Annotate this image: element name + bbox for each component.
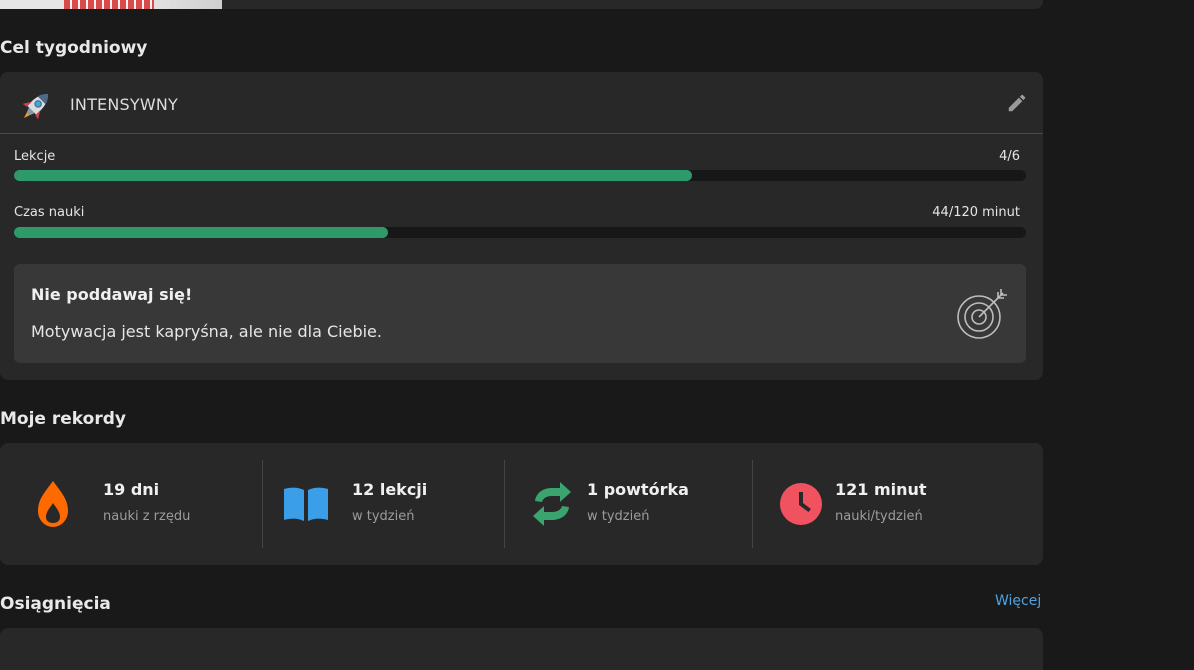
record-value: 12 lekcji bbox=[352, 480, 428, 499]
record-value: 1 powtórka bbox=[587, 480, 689, 499]
target-icon bbox=[957, 289, 1007, 339]
more-achievements-link[interactable]: Więcej bbox=[995, 593, 1041, 609]
repeat-icon bbox=[533, 482, 571, 526]
record-caption: nauki z rzędu bbox=[103, 509, 191, 524]
record-value: 19 dni bbox=[103, 480, 160, 499]
lessons-value: 4/6 bbox=[999, 149, 1020, 164]
record-lessons: 12 lekcji w tydzień bbox=[263, 443, 504, 565]
clock-icon bbox=[780, 483, 822, 525]
record-caption: w tydzień bbox=[352, 509, 415, 524]
motivation-title: Nie poddawaj się! bbox=[31, 285, 193, 304]
lessons-label: Lekcje bbox=[14, 149, 56, 164]
record-streak: 19 dni nauki z rzędu bbox=[0, 443, 262, 565]
edit-icon[interactable] bbox=[1006, 92, 1028, 114]
study-time-progress-bar bbox=[14, 227, 1026, 238]
motivation-text: Motywacja jest kapryśna, ale nie dla Cie… bbox=[31, 322, 382, 341]
records-section-title: Moje rekordy bbox=[0, 409, 126, 429]
lessons-progress-bar bbox=[14, 170, 1026, 181]
thumbnail-image bbox=[0, 0, 222, 9]
book-icon bbox=[284, 487, 328, 521]
lessons-progress-fill bbox=[14, 170, 693, 181]
achievements-section-title: Osiągnięcia bbox=[0, 594, 111, 614]
goal-section-title: Cel tygodniowy bbox=[0, 38, 148, 58]
goal-name: INTENSYWNY bbox=[70, 95, 179, 114]
goal-header: INTENSYWNY bbox=[0, 72, 1043, 134]
study-time-progress-fill bbox=[14, 227, 389, 238]
study-time-value: 44/120 minut bbox=[932, 205, 1020, 220]
goal-card: INTENSYWNY Lekcje 4/6 Czas nauki 44/120 … bbox=[0, 72, 1043, 380]
record-value: 121 minut bbox=[835, 480, 927, 499]
record-reviews: 1 powtórka w tydzień bbox=[505, 443, 752, 565]
study-time-label: Czas nauki bbox=[14, 205, 85, 220]
record-minutes: 121 minut nauki/tydzień bbox=[753, 443, 1043, 565]
record-caption: w tydzień bbox=[587, 509, 650, 524]
records-card: 19 dni nauki z rzędu 12 lekcji w tydzień… bbox=[0, 443, 1043, 565]
record-caption: nauki/tydzień bbox=[835, 509, 923, 524]
flame-icon bbox=[38, 481, 68, 527]
rocket-icon bbox=[22, 93, 49, 120]
motivation-box: Nie poddawaj się! Motywacja jest kapryśn… bbox=[14, 264, 1026, 363]
achievements-card bbox=[0, 628, 1043, 670]
